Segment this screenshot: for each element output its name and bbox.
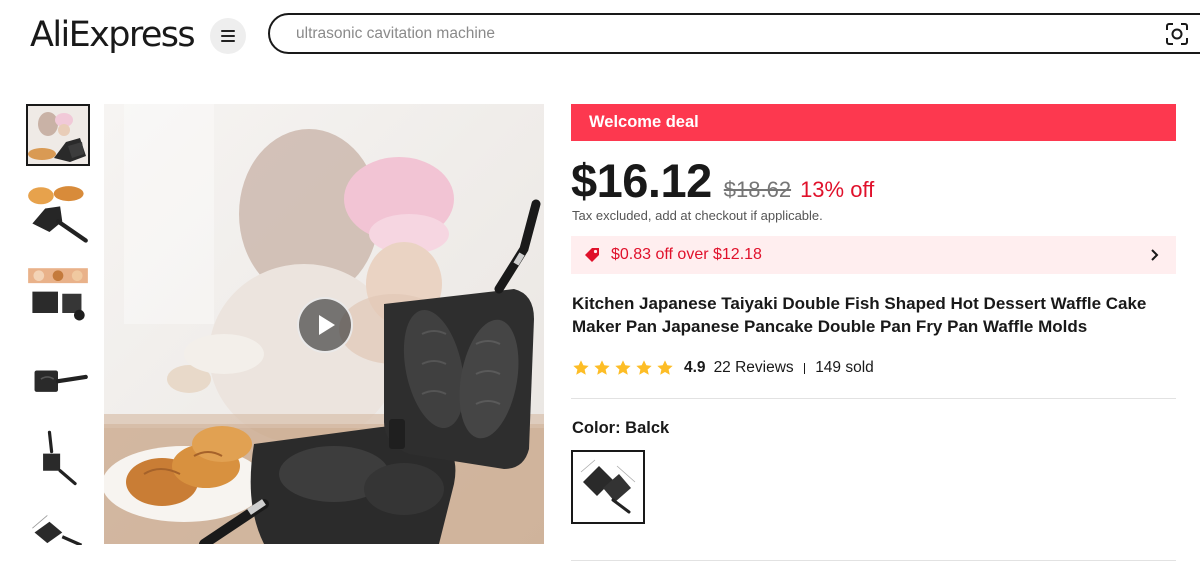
thumbnail-image: [26, 266, 90, 328]
color-label: Color: Balck: [572, 419, 670, 437]
star-icon: [615, 360, 631, 375]
discount-percent: 13% off: [800, 177, 875, 202]
play-icon: [319, 315, 335, 335]
image-search-button[interactable]: [1162, 19, 1192, 49]
thumbnail-image: [26, 428, 90, 490]
coupon-banner[interactable]: $0.83 off over $12.18: [571, 236, 1176, 274]
main-product-image[interactable]: [104, 104, 544, 544]
chevron-right-icon: [1146, 247, 1162, 263]
site-header: AliExpress: [0, 0, 1200, 70]
swatch-image: [573, 452, 643, 522]
hamburger-menu-icon: [221, 30, 235, 42]
star-icon: [594, 360, 610, 375]
coupon-text: $0.83 off over $12.18: [611, 246, 762, 263]
thumbnail-image: [28, 106, 88, 164]
aliexpress-logo[interactable]: AliExpress: [30, 14, 196, 56]
star-icon: [636, 360, 652, 375]
color-swatch-black[interactable]: [571, 450, 645, 524]
thumbnail-image: [26, 509, 90, 545]
thumbnail-2[interactable]: [26, 185, 90, 247]
star-icon: [573, 360, 589, 375]
coupon-tag-icon: [583, 246, 601, 264]
search-input[interactable]: [296, 23, 1136, 45]
image-search-icon: [1166, 23, 1188, 45]
thumbnail-image: [26, 347, 90, 409]
price-row: $16.12 $18.62 13% off: [571, 153, 874, 209]
thumbnail-6[interactable]: [26, 509, 90, 545]
thumbnail-4[interactable]: [26, 347, 90, 409]
rating-value: 4.9: [684, 359, 706, 376]
divider: [803, 362, 806, 374]
tax-note: Tax excluded, add at checkout if applica…: [572, 208, 823, 223]
thumbnail-image: [26, 185, 90, 247]
product-title: Kitchen Japanese Taiyaki Double Fish Sha…: [572, 294, 1147, 336]
thumbnail-3[interactable]: [26, 266, 90, 328]
section-divider: [571, 560, 1176, 561]
welcome-deal-banner: Welcome deal: [571, 104, 1176, 141]
current-price: $16.12: [571, 154, 712, 207]
sold-count: 149 sold: [815, 359, 874, 376]
star-icon: [657, 360, 673, 375]
thumbnail-1[interactable]: [26, 104, 90, 166]
search-bar[interactable]: [268, 13, 1200, 54]
play-video-button[interactable]: [297, 297, 353, 353]
section-divider: [571, 398, 1176, 399]
reviews-link[interactable]: 22 Reviews: [714, 359, 794, 377]
rating-row: 4.9 22 Reviews 149 sold: [572, 356, 874, 380]
star-rating: [572, 359, 674, 377]
original-price: $18.62: [723, 177, 792, 202]
logo-text: AliExpress: [30, 15, 196, 55]
menu-button[interactable]: [210, 18, 246, 54]
thumbnail-5[interactable]: [26, 428, 90, 490]
